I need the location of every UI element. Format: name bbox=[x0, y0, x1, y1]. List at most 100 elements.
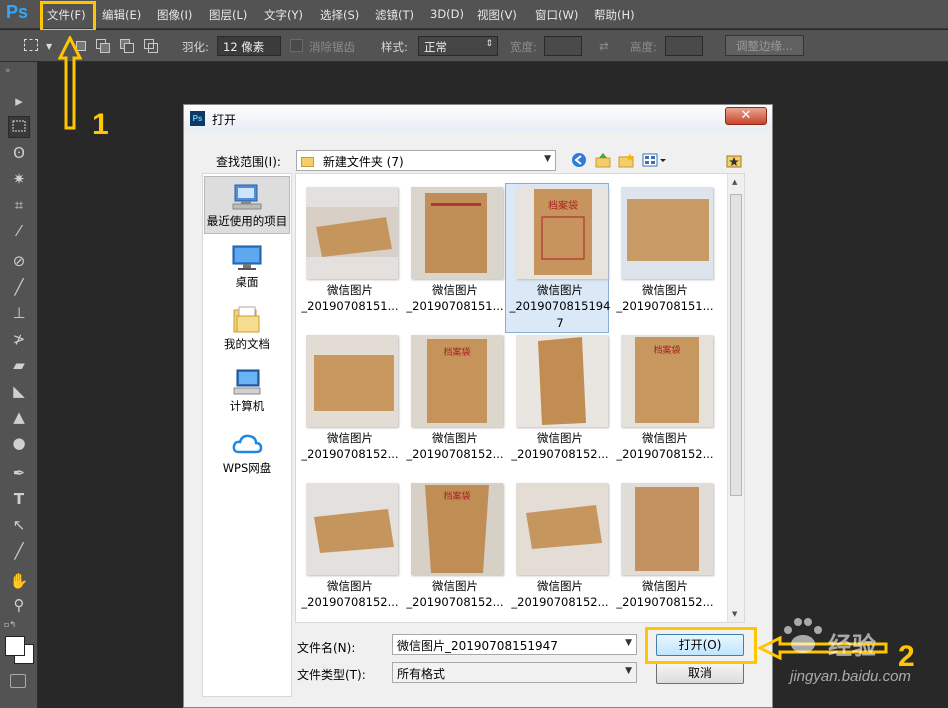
menu-layer[interactable]: 图层(L) bbox=[209, 7, 247, 23]
menu-image[interactable]: 图像(I) bbox=[157, 7, 192, 23]
add-selection-icon[interactable] bbox=[96, 39, 110, 53]
magic-wand-tool-icon[interactable]: ✷ bbox=[8, 168, 30, 190]
menu-view[interactable]: 视图(V) bbox=[477, 7, 517, 23]
file-list: 微信图片 _20190708151... 微信图片 _20190708151..… bbox=[295, 173, 745, 623]
menu-edit[interactable]: 编辑(E) bbox=[102, 7, 141, 23]
preset-dropdown-icon[interactable]: ▼ bbox=[46, 42, 52, 51]
antialias-checkbox[interactable] bbox=[290, 39, 303, 52]
healing-brush-tool-icon[interactable]: ⊘ bbox=[8, 250, 30, 272]
up-folder-icon[interactable] bbox=[594, 152, 612, 170]
file-name-line: 微信图片 bbox=[642, 283, 688, 297]
file-thumbnail[interactable]: 微信图片 _20190708152... bbox=[506, 330, 614, 478]
menu-help[interactable]: 帮助(H) bbox=[594, 7, 635, 23]
new-folder-icon[interactable] bbox=[617, 152, 635, 170]
file-name-line: 微信图片 bbox=[537, 579, 583, 593]
refine-edge-button[interactable]: 调整边缘... bbox=[725, 35, 804, 56]
file-thumbnail[interactable]: 微信图片 _20190708152... bbox=[506, 478, 614, 626]
foreground-color-swatch[interactable] bbox=[5, 636, 25, 656]
pen-tool-icon[interactable]: ✒ bbox=[8, 462, 30, 484]
history-brush-tool-icon[interactable]: ≯ bbox=[8, 328, 30, 350]
style-select[interactable]: 正常 ⇕ bbox=[418, 36, 498, 56]
lasso-tool-icon[interactable]: ʘ bbox=[8, 142, 30, 164]
file-thumbnail[interactable]: 微信图片 _20190708152... bbox=[611, 478, 719, 626]
place-computer-label: 计算机 bbox=[229, 399, 265, 413]
place-computer[interactable]: 计算机 bbox=[204, 362, 290, 420]
annotation-arrow-up bbox=[57, 34, 83, 130]
back-icon[interactable] bbox=[571, 152, 589, 170]
cancel-button[interactable]: 取消 bbox=[656, 662, 744, 684]
file-name-line: _20190708152... bbox=[301, 595, 399, 609]
swap-icon[interactable]: ⇄ bbox=[599, 39, 609, 53]
file-preview-image: 档案袋 bbox=[516, 187, 608, 279]
scroll-up-icon[interactable]: ▲ bbox=[732, 178, 737, 186]
vertical-scrollbar[interactable]: ▲ ▼ bbox=[727, 174, 744, 622]
menu-3d[interactable]: 3D(D) bbox=[430, 7, 464, 21]
file-thumbnail[interactable]: 档案袋 微信图片 _20190708152... bbox=[401, 478, 509, 626]
eyedropper-tool-icon[interactable]: ⁄ bbox=[8, 220, 30, 242]
intersect-selection-icon[interactable] bbox=[144, 39, 158, 53]
hand-tool-icon[interactable]: ✋ bbox=[8, 570, 30, 592]
open-dialog: Ps 打开 ✕ 查找范围(I): 新建文件夹 (7) ▼ 最近使用的项目 桌面 … bbox=[183, 104, 773, 708]
paint-bucket-tool-icon[interactable]: ◣ bbox=[8, 380, 30, 402]
menu-window[interactable]: 窗口(W) bbox=[535, 7, 578, 23]
file-name-line: 微信图片 bbox=[432, 431, 478, 445]
file-thumbnail[interactable]: 微信图片 _20190708151... bbox=[401, 182, 509, 330]
place-documents-label: 我的文档 bbox=[224, 337, 270, 351]
style-select-arrow-icon: ⇕ bbox=[485, 39, 493, 49]
crop-tool-icon[interactable]: ⌗ bbox=[8, 194, 30, 216]
file-type-label: 文件类型(T): bbox=[297, 668, 366, 682]
subtract-selection-icon[interactable] bbox=[120, 39, 134, 53]
close-button[interactable]: ✕ bbox=[725, 107, 767, 125]
place-wps-cloud[interactable]: WPS网盘 bbox=[204, 424, 290, 482]
style-label: 样式: bbox=[381, 40, 408, 54]
file-thumbnail[interactable]: 档案袋 微信图片 _20190708152... bbox=[401, 330, 509, 478]
file-name-line: 7 bbox=[556, 316, 564, 330]
dialog-titlebar: Ps 打开 ✕ bbox=[184, 105, 772, 131]
scroll-down-icon[interactable]: ▼ bbox=[732, 610, 737, 618]
height-input[interactable] bbox=[665, 36, 703, 56]
line-tool-icon[interactable]: ╱ bbox=[8, 540, 30, 562]
look-in-select[interactable]: 新建文件夹 (7) ▼ bbox=[296, 150, 556, 171]
dodge-tool-icon[interactable]: ● bbox=[8, 432, 30, 454]
file-name-input[interactable]: 微信图片_20190708151947 ▼ bbox=[392, 634, 637, 655]
feather-input[interactable]: 12 像素 bbox=[217, 36, 281, 56]
place-recent[interactable]: 最近使用的项目 bbox=[204, 176, 290, 234]
marquee-tool-preset-icon[interactable] bbox=[24, 39, 38, 51]
place-documents[interactable]: 我的文档 bbox=[204, 300, 290, 358]
eraser-tool-icon[interactable]: ▰ bbox=[8, 354, 30, 376]
width-input[interactable] bbox=[544, 36, 582, 56]
collapse-icon[interactable]: » bbox=[5, 66, 11, 76]
bookmark-icon[interactable] bbox=[725, 152, 743, 170]
place-desktop[interactable]: 桌面 bbox=[204, 238, 290, 296]
file-type-select[interactable]: 所有格式 ▼ bbox=[392, 662, 637, 683]
type-tool-icon[interactable]: T bbox=[8, 488, 30, 510]
menu-filter[interactable]: 滤镜(T) bbox=[375, 7, 414, 23]
chevron-down-icon: ▼ bbox=[625, 666, 632, 676]
view-menu-icon[interactable] bbox=[642, 152, 668, 170]
move-tool-icon[interactable]: ▸ bbox=[8, 90, 30, 112]
scrollbar-thumb[interactable] bbox=[730, 194, 742, 496]
default-colors-icon[interactable]: ▫↰ bbox=[4, 620, 16, 629]
file-name-line: _20190708152... bbox=[406, 447, 504, 461]
file-thumbnail-selected[interactable]: 档案袋 微信图片 _2019070815194 7 bbox=[505, 182, 614, 333]
blur-tool-icon[interactable]: ▲ bbox=[8, 406, 30, 428]
feather-label: 羽化: bbox=[182, 40, 209, 54]
look-in-value: 新建文件夹 (7) bbox=[322, 155, 404, 169]
rect-marquee-tool-icon[interactable] bbox=[8, 116, 30, 138]
file-name-line: 微信图片 bbox=[537, 431, 583, 445]
menu-type[interactable]: 文字(Y) bbox=[264, 7, 303, 23]
file-thumbnail[interactable]: 微信图片 _20190708151... bbox=[296, 182, 404, 330]
path-selection-tool-icon[interactable]: ↖ bbox=[8, 514, 30, 536]
quick-mask-icon[interactable] bbox=[10, 674, 26, 688]
file-thumbnail[interactable]: 微信图片 _20190708152... bbox=[296, 478, 404, 626]
menu-select[interactable]: 选择(S) bbox=[320, 7, 359, 23]
file-name-line: _20190708152... bbox=[406, 595, 504, 609]
file-thumbnail[interactable]: 微信图片 _20190708152... bbox=[296, 330, 404, 478]
file-thumbnail[interactable]: 微信图片 _20190708151... bbox=[611, 182, 719, 330]
brush-tool-icon[interactable]: ╱ bbox=[8, 276, 30, 298]
zoom-tool-icon[interactable]: ⚲ bbox=[8, 594, 30, 616]
stamp-tool-icon[interactable]: ⊥ bbox=[8, 302, 30, 324]
cloud-icon bbox=[231, 430, 263, 458]
file-preview-image bbox=[306, 187, 398, 279]
file-thumbnail[interactable]: 档案袋 微信图片 _20190708152... bbox=[611, 330, 719, 478]
